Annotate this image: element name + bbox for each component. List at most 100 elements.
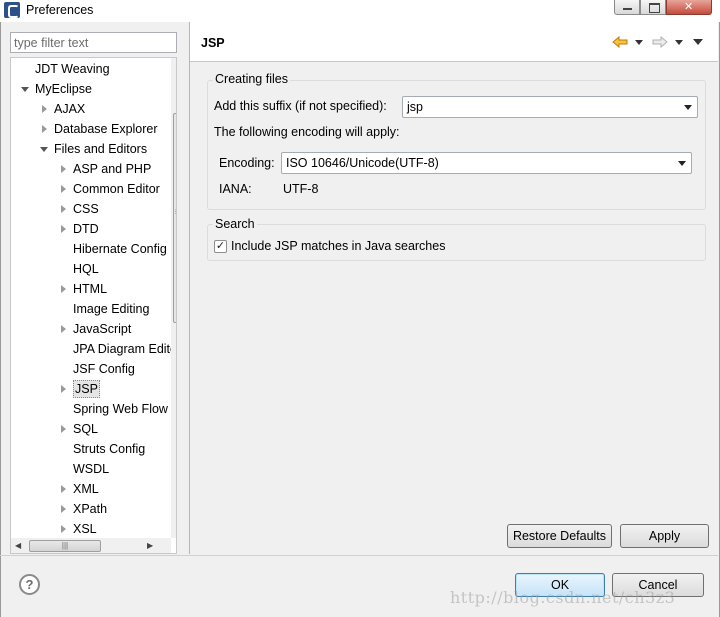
chevron-down-icon [678,161,686,166]
tree-item[interactable]: AJAX [37,99,85,119]
tree-item-label: Common Editor [73,182,160,196]
filter-input[interactable] [10,32,177,53]
tree-item[interactable]: DTD [56,219,99,239]
tree-item[interactable]: Struts Config [56,439,145,459]
view-menu-icon[interactable] [693,39,703,45]
tree-item[interactable]: MyEclipse [18,79,92,99]
tree-item[interactable]: SQL [56,419,98,439]
collapsed-twisty-icon[interactable] [61,485,66,493]
encoding-value: ISO 10646/Unicode(UTF-8) [286,156,439,170]
collapsed-twisty-icon[interactable] [61,185,66,193]
scroll-right-arrow-icon[interactable]: ▶ [147,541,153,550]
window-title: Preferences [26,3,94,17]
tree-item[interactable]: Image Editing [56,299,149,319]
iana-value: UTF-8 [283,182,319,196]
collapsed-twisty-icon[interactable] [42,125,47,133]
tree-item[interactable]: Common Editor [56,179,160,199]
tree-item[interactable]: XSL [56,519,97,539]
iana-label: IANA: [219,182,252,196]
tree-item-label: AJAX [54,102,86,116]
tree-item[interactable]: JDT Weaving [18,59,110,79]
help-icon[interactable]: ? [19,574,40,595]
tree-item[interactable]: HQL [56,259,99,279]
include-jsp-matches-checkbox[interactable]: ✓ [214,240,227,253]
minimize-button[interactable] [614,0,640,15]
tree-item[interactable]: Spring Web Flow [56,399,168,419]
tree-item[interactable]: XML [56,479,99,499]
collapsed-twisty-icon[interactable] [61,285,66,293]
maximize-button[interactable] [640,0,666,15]
collapsed-twisty-icon[interactable] [61,205,66,213]
title-bar: Preferences [0,0,720,22]
tree-vertical-scroll-thumb[interactable] [173,113,176,323]
page-header: JSP [190,22,718,62]
collapsed-twisty-icon[interactable] [61,165,66,173]
tree-item-label: JPA Diagram Editor [73,342,177,356]
tree-item-label: WSDL [73,462,110,476]
tree-item[interactable]: Hibernate Config [56,239,167,259]
tree-item-label: SQL [73,422,99,436]
tree-item-label: CSS [73,202,99,216]
page-title: JSP [201,36,225,50]
collapsed-twisty-icon[interactable] [61,425,66,433]
forward-arrow-icon[interactable] [652,36,668,48]
tree-item-label: Spring Web Flow [73,402,168,416]
scroll-up-arrow-icon[interactable]: ▲ [175,60,176,69]
expanded-twisty-icon[interactable] [21,87,29,92]
forward-history-dropdown-icon[interactable] [675,40,683,45]
search-group-label: Search [213,217,257,231]
encoding-combo[interactable]: ISO 10646/Unicode(UTF-8) [281,152,692,174]
collapsed-twisty-icon[interactable] [61,525,66,533]
tree-item[interactable]: Files and Editors [37,139,147,159]
encoding-note: The following encoding will apply: [214,125,400,139]
tree-item-label: JSF Config [73,362,135,376]
suffix-combo[interactable]: jsp [402,96,698,118]
collapsed-twisty-icon[interactable] [61,325,66,333]
tree-item-label: DTD [73,222,99,236]
tree-item-label: Database Explorer [54,122,158,136]
tree-item[interactable]: JavaScript [56,319,131,339]
tree-item-label: XPath [73,502,108,516]
tree-item[interactable]: CSS [56,199,99,219]
tree-item-label: JDT Weaving [35,62,110,76]
collapsed-twisty-icon[interactable] [61,505,66,513]
tree-item[interactable]: XPath [56,499,107,519]
scroll-left-arrow-icon[interactable]: ◀ [15,541,21,550]
collapsed-twisty-icon[interactable] [42,105,47,113]
footer-divider [0,555,718,556]
back-history-dropdown-icon[interactable] [635,40,643,45]
tree-item[interactable]: JPA Diagram Editor [56,339,177,359]
suffix-value: jsp [407,100,423,114]
preference-page: JSP Creating files Add this suffix (if n… [189,22,718,554]
tree-item[interactable]: HTML [56,279,107,299]
encoding-label: Encoding: [219,156,275,170]
back-arrow-icon[interactable] [612,36,628,48]
tree-item-label: XSL [73,522,97,536]
tree-item[interactable]: Database Explorer [37,119,158,139]
tree-vertical-scrollbar[interactable]: ▲ ▼ [171,58,176,538]
tree-item[interactable]: JSP [56,379,100,399]
apply-button[interactable]: Apply [620,524,709,548]
collapsed-twisty-icon[interactable] [61,385,66,393]
tree-item-label: XML [73,482,99,496]
restore-defaults-button[interactable]: Restore Defaults [507,524,612,548]
collapsed-twisty-icon[interactable] [61,225,66,233]
tree-item[interactable]: WSDL [56,459,109,479]
tree-item-label: Files and Editors [54,142,148,156]
tree-horizontal-scroll-thumb[interactable]: ||| [29,540,101,552]
preferences-tree: JDT Weaving MyEclipse AJAX Database Explore… [10,57,177,554]
tree-item-label: MyEclipse [35,82,92,96]
tree-item-label: ASP and PHP [73,162,152,176]
tree-item-label: HTML [73,282,108,296]
expanded-twisty-icon[interactable] [40,147,48,152]
scroll-down-arrow-icon[interactable]: ▼ [175,525,176,534]
tree-item-label: Image Editing [73,302,150,316]
tree-item[interactable]: ASP and PHP [56,159,151,179]
tree-item[interactable]: JSF Config [56,359,135,379]
watermark: http://blog.csdn.net/ch3z3 [450,588,676,607]
chevron-down-icon [684,105,692,110]
tree-horizontal-scrollbar[interactable]: ◀ ||| ▶ [11,538,171,553]
close-button[interactable] [666,0,712,15]
suffix-label: Add this suffix (if not specified): [214,99,387,113]
tree-item-label: JSP [73,380,100,398]
